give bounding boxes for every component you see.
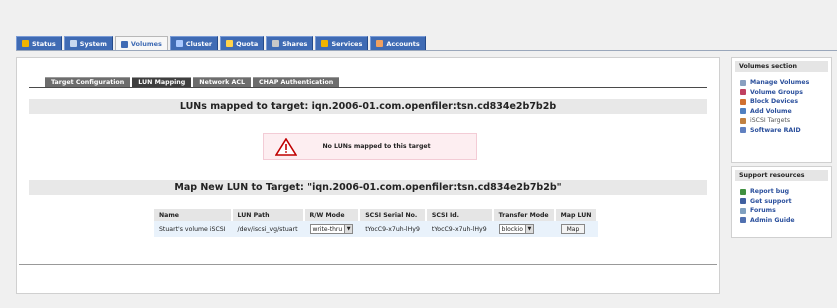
tab-shares[interactable]: Shares (266, 36, 314, 50)
link-software-raid[interactable]: Software RAID (740, 126, 831, 136)
table-header-row: Name LUN Path R/W Mode SCSI Serial No. S… (154, 209, 599, 221)
tab-label: Status (32, 39, 56, 48)
lun-table: Name LUN Path R/W Mode SCSI Serial No. S… (154, 209, 599, 237)
get-support-icon (740, 198, 746, 205)
column-header: LUN Path (231, 209, 305, 221)
rw-mode-select[interactable]: write-thru ▼ (309, 224, 354, 234)
map-new-lun-heading: Map New LUN to Target: "iqn.2006-01.com.… (29, 180, 707, 195)
top-navigation: Status System Volumes Cluster Quota Shar… (16, 36, 426, 51)
link-label: Add Volume (750, 107, 792, 115)
column-header: Name (154, 209, 233, 221)
transfer-mode-select[interactable]: blockio ▼ (498, 224, 534, 234)
map-button[interactable]: Map (560, 224, 586, 234)
link-volume-groups[interactable]: Volume Groups (740, 88, 831, 98)
tab-label: Services (331, 39, 363, 48)
no-luns-warning: No LUNs mapped to this target (263, 133, 477, 160)
link-label: Block Devices (750, 98, 799, 106)
mapped-luns-heading: LUNs mapped to target: iqn.2006-01.com.o… (29, 99, 707, 114)
table-row: Stuart's volume iSCSI /dev/iscsi_vg/stua… (154, 221, 599, 237)
link-label: Report bug (750, 188, 790, 196)
report-bug-icon (740, 188, 746, 195)
tab-volumes[interactable]: Volumes (114, 36, 168, 51)
scsi-id: tYocC9-x7uh-lHy9 (425, 221, 494, 237)
column-header: R/W Mode (303, 209, 361, 221)
tab-system[interactable]: System (63, 36, 113, 50)
cluster-icon (175, 40, 183, 47)
subtab-lun-mapping[interactable]: LUN Mapping (132, 77, 192, 87)
tab-label: System (79, 39, 107, 48)
transfer-mode-value: blockio (501, 225, 523, 233)
tab-services[interactable]: Services (315, 36, 369, 50)
link-get-support[interactable]: Get support (740, 197, 831, 207)
volume-groups-icon (740, 89, 746, 96)
lun-name: Stuart's volume iSCSI (154, 221, 233, 237)
forums-icon (740, 207, 746, 214)
main-panel: Target Configuration LUN Mapping Network… (16, 57, 720, 294)
subtab-network-acl[interactable]: Network ACL (193, 77, 251, 87)
link-label: Get support (750, 197, 792, 205)
support-resources-panel: Support resources Report bug Get support… (731, 166, 832, 238)
accounts-icon (376, 40, 384, 47)
link-admin-guide[interactable]: Admin Guide (740, 216, 831, 226)
nav-divider (16, 50, 837, 51)
scsi-serial: tYocC9-x7uh-lHy9 (359, 221, 427, 237)
admin-guide-icon (740, 217, 746, 224)
link-block-devices[interactable]: Block Devices (740, 97, 831, 107)
link-label: Software RAID (750, 126, 801, 134)
tab-label: Accounts (386, 39, 420, 48)
column-header: Map LUN (554, 209, 599, 221)
support-resources-title: Support resources (735, 170, 828, 181)
link-manage-volumes[interactable]: Manage Volumes (740, 78, 831, 88)
warning-icon (275, 137, 297, 156)
link-label: iSCSI Targets (750, 117, 791, 125)
volumes-section-panel: Volumes section Manage Volumes Volume Gr… (731, 57, 832, 163)
chevron-down-icon: ▼ (344, 225, 353, 233)
tab-label: Cluster (185, 39, 213, 48)
software-raid-icon (740, 127, 746, 134)
manage-volumes-icon (740, 79, 746, 86)
rw-mode-value: write-thru (312, 225, 343, 233)
add-volume-icon (740, 108, 746, 115)
block-devices-icon (740, 98, 746, 105)
link-report-bug[interactable]: Report bug (740, 187, 831, 197)
services-icon (321, 40, 329, 47)
tab-label: Shares (282, 39, 308, 48)
link-iscsi-targets[interactable]: iSCSI Targets (740, 116, 831, 126)
column-header: Transfer Mode (492, 209, 556, 221)
link-add-volume[interactable]: Add Volume (740, 107, 831, 117)
tab-status[interactable]: Status (16, 36, 62, 50)
warning-message: No LUNs mapped to this target (322, 143, 431, 150)
system-icon (69, 40, 77, 47)
status-icon (22, 40, 29, 47)
shares-icon (272, 40, 280, 47)
link-label: Admin Guide (750, 216, 795, 224)
link-label: Manage Volumes (750, 79, 810, 87)
volumes-icon (120, 40, 128, 48)
link-label: Volume Groups (750, 88, 803, 96)
iscsi-targets-icon (740, 117, 746, 124)
link-label: Forums (750, 207, 776, 215)
tab-quota[interactable]: Quota (220, 36, 265, 50)
subtab-target-configuration[interactable]: Target Configuration (45, 77, 131, 87)
subtab-chap-authentication[interactable]: CHAP Authentication (252, 77, 340, 87)
column-header: SCSI Serial No. (359, 209, 427, 221)
quota-icon (226, 40, 234, 47)
tab-label: Quota (236, 39, 259, 48)
chevron-down-icon: ▼ (524, 225, 533, 233)
tab-accounts[interactable]: Accounts (370, 36, 426, 50)
sub-tabs: Target Configuration LUN Mapping Network… (45, 77, 340, 87)
link-forums[interactable]: Forums (740, 206, 831, 216)
lun-path: /dev/iscsi_vg/stuart (231, 221, 305, 237)
column-header: SCSI Id. (425, 209, 494, 221)
footer-divider (19, 264, 717, 265)
tab-cluster[interactable]: Cluster (169, 36, 219, 50)
volumes-section-title: Volumes section (735, 61, 828, 72)
subtab-divider (29, 87, 707, 88)
tab-label: Volumes (130, 40, 162, 48)
